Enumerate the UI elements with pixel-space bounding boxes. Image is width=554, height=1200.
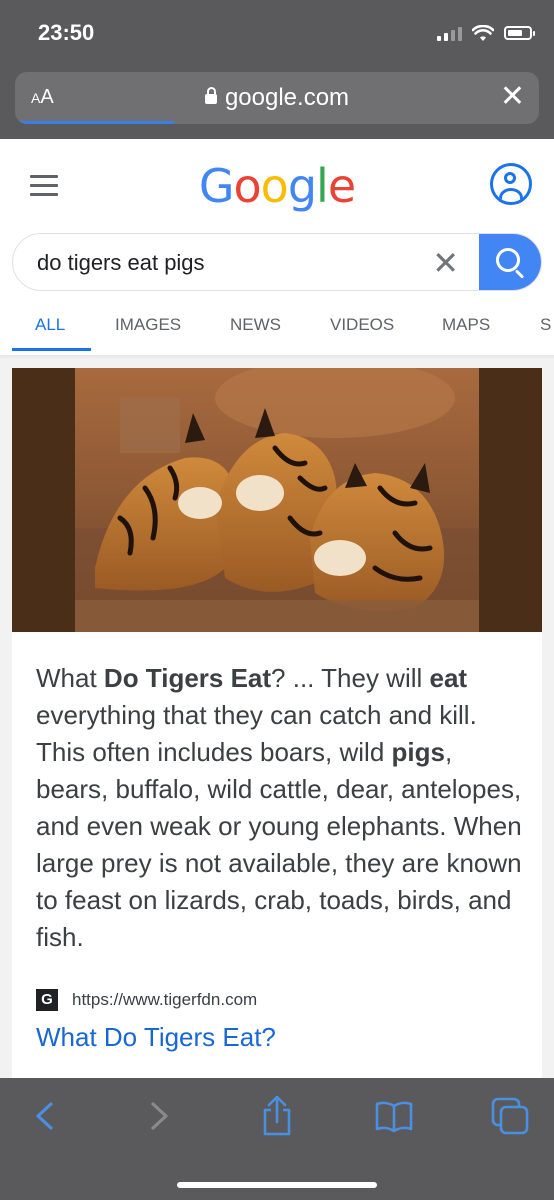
home-indicator[interactable] xyxy=(177,1182,377,1188)
forward-icon[interactable] xyxy=(140,1096,180,1136)
logo-letter: o xyxy=(233,159,262,213)
close-icon[interactable]: ✕ xyxy=(500,82,525,112)
logo-letter: g xyxy=(287,159,317,213)
status-time: 23:50 xyxy=(38,20,95,45)
tab-news[interactable]: NEWS xyxy=(230,315,281,335)
url-text: google.com xyxy=(224,84,350,111)
result-snippet: What Do Tigers Eat? ... They will eat ev… xyxy=(36,660,526,956)
page-load-progress xyxy=(15,121,174,124)
tigers-image[interactable] xyxy=(75,368,479,632)
browser-chrome: 23:50 AA google.com ✕ xyxy=(0,0,554,139)
logo-letter: G xyxy=(198,159,235,213)
search-button[interactable] xyxy=(479,234,541,290)
google-header: Google do tigers eat pigs ✕ ALL IMAGES N… xyxy=(0,139,554,355)
featured-snippet-card: What Do Tigers Eat? ... They will eat ev… xyxy=(12,368,542,1080)
tab-images[interactable]: IMAGES xyxy=(115,315,181,335)
source-url[interactable]: https://www.tigerfdn.com xyxy=(72,990,257,1010)
search-icon xyxy=(496,248,520,272)
cellular-signal-icon xyxy=(437,25,462,41)
logo-letter: l xyxy=(316,159,329,213)
snippet-highlight: eat xyxy=(429,663,468,693)
tab-maps[interactable]: MAPS xyxy=(442,315,490,335)
status-icons xyxy=(437,22,535,44)
result-image-frame xyxy=(12,368,542,632)
tab-more[interactable]: S xyxy=(540,315,551,335)
tab-videos[interactable]: VIDEOS xyxy=(330,315,394,335)
search-box[interactable]: do tigers eat pigs ✕ xyxy=(12,233,542,291)
snippet-text: What xyxy=(36,663,104,693)
tab-all[interactable]: ALL xyxy=(35,315,65,335)
back-icon[interactable] xyxy=(24,1096,64,1136)
address-bar[interactable]: AA google.com ✕ xyxy=(15,72,539,124)
result-title-link[interactable]: What Do Tigers Eat? xyxy=(36,1022,276,1053)
logo-letter: o xyxy=(260,159,289,213)
header-divider xyxy=(0,355,554,359)
google-logo[interactable]: Google xyxy=(0,159,554,213)
search-tabs: ALL IMAGES NEWS VIDEOS MAPS S xyxy=(12,309,554,355)
snippet-text: , bears, buffalo, wild cattle, dear, ant… xyxy=(36,737,522,952)
share-icon[interactable] xyxy=(257,1096,297,1136)
result-source[interactable]: G https://www.tigerfdn.com xyxy=(36,988,257,1012)
active-tab-indicator xyxy=(12,348,91,351)
logo-letter: e xyxy=(327,159,356,213)
battery-icon xyxy=(504,26,535,40)
search-input[interactable]: do tigers eat pigs xyxy=(37,250,205,276)
tabs-icon[interactable] xyxy=(490,1096,530,1136)
snippet-highlight: pigs xyxy=(391,737,445,767)
wifi-icon xyxy=(472,24,494,41)
url-display[interactable]: google.com xyxy=(15,84,539,112)
snippet-highlight: Do Tigers Eat xyxy=(103,663,272,693)
account-icon[interactable] xyxy=(490,163,532,205)
snippet-text: ? ... They will xyxy=(271,663,430,693)
bookmarks-icon[interactable] xyxy=(374,1096,414,1136)
clear-search-icon[interactable]: ✕ xyxy=(432,244,459,282)
site-favicon: G xyxy=(36,989,58,1011)
lock-icon xyxy=(204,87,217,104)
